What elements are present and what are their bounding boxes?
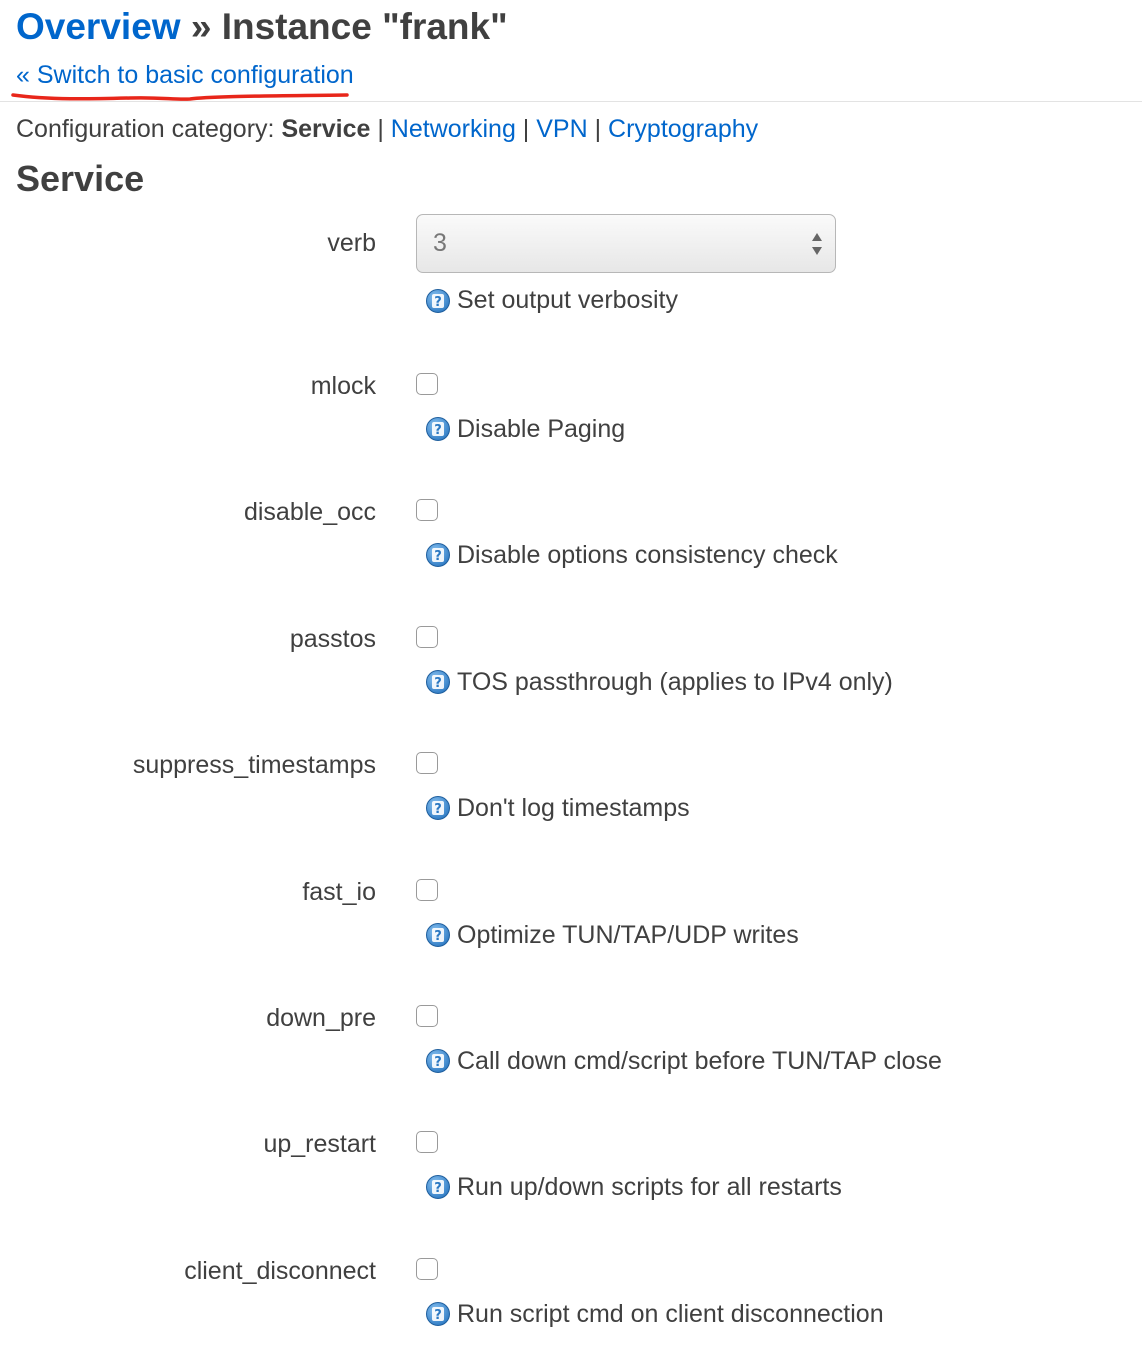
- option-help-text: Don't log timestamps: [457, 794, 690, 822]
- verb-select-value: 3: [433, 229, 447, 257]
- option-help: ? Run up/down scripts for all restarts: [425, 1172, 842, 1202]
- question-help-icon: ?: [426, 1302, 450, 1326]
- question-help-icon: ?: [426, 288, 450, 313]
- option-help: ? Optimize TUN/TAP/UDP writes: [425, 920, 799, 950]
- verb-label: verb: [327, 229, 376, 257]
- option-label: suppress_timestamps: [132, 751, 376, 779]
- option-label: client_disconnect: [184, 1257, 376, 1285]
- question-help-icon: ?: [426, 670, 450, 694]
- svg-text:?: ?: [434, 549, 442, 564]
- option-help-text: Call down cmd/script before TUN/TAP clos…: [457, 1047, 942, 1075]
- option-help-text: Optimize TUN/TAP/UDP writes: [457, 921, 799, 949]
- option-checkbox-down-pre[interactable]: [416, 1005, 438, 1027]
- option-help: ? Call down cmd/script before TUN/TAP clo…: [425, 1046, 942, 1076]
- option-checkbox-mlock[interactable]: [416, 373, 438, 395]
- svg-text:?: ?: [434, 295, 442, 310]
- breadcrumb-separator: »: [180, 6, 222, 47]
- category-prefix: Configuration category:: [16, 115, 282, 143]
- option-checkbox-disable-occ[interactable]: [416, 499, 438, 521]
- switch-basic-config-link[interactable]: « Switch to basic configuration: [16, 60, 354, 90]
- option-row-suppress-timestamps: suppress_timestamps? Don't log timestamps: [0, 750, 1142, 860]
- option-help: ? Disable options consistency check: [425, 540, 838, 570]
- option-label: mlock: [310, 372, 376, 400]
- option-help-text: Disable options consistency check: [457, 541, 838, 569]
- verb-help: ? Set output verbosity: [425, 286, 678, 315]
- category-link-networking[interactable]: Networking: [391, 115, 516, 143]
- option-label: up_restart: [263, 1130, 376, 1158]
- option-checkbox-client-disconnect[interactable]: [416, 1258, 438, 1280]
- svg-text:?: ?: [434, 423, 442, 438]
- option-row-disable-occ: disable_occ? Disable options consistency …: [0, 497, 1142, 607]
- page-title: Overview » Instance "frank": [16, 4, 508, 50]
- category-link-cryptography[interactable]: Cryptography: [608, 115, 758, 143]
- option-label: passtos: [289, 625, 376, 653]
- question-help-icon: ?: [426, 796, 450, 820]
- svg-text:?: ?: [434, 1055, 442, 1070]
- svg-text:?: ?: [434, 676, 442, 691]
- section-title: Service: [16, 158, 145, 199]
- option-label: down_pre: [266, 1004, 376, 1032]
- option-help-text: TOS passthrough (applies to IPv4 only): [457, 668, 893, 696]
- option-help-text: Run up/down scripts for all restarts: [457, 1173, 842, 1201]
- option-checkbox-passtos[interactable]: [416, 626, 438, 648]
- question-help-icon: ?: [426, 923, 450, 947]
- configuration-category-bar: Configuration category: Service | Networ…: [16, 115, 759, 143]
- option-row-up-restart: up_restart? Run up/down scripts for all r…: [0, 1129, 1142, 1239]
- option-help: ? Don't log timestamps: [425, 793, 690, 823]
- category-link-vpn[interactable]: VPN: [536, 115, 587, 143]
- category-current: Service: [281, 115, 371, 143]
- option-row-passtos: passtos? TOS passthrough (applies to IPv4…: [0, 624, 1142, 734]
- svg-text:?: ?: [434, 802, 442, 817]
- header-divider: [0, 101, 1142, 102]
- option-row-fast-io: fast_io? Optimize TUN/TAP/UDP writes: [0, 877, 1142, 987]
- svg-text:?: ?: [434, 1181, 442, 1196]
- option-checkbox-suppress-timestamps[interactable]: [416, 752, 438, 774]
- option-checkbox-fast-io[interactable]: [416, 879, 438, 901]
- option-row-client-disconnect: client_disconnect? Run script cmd on clie…: [0, 1256, 1142, 1366]
- option-help: ? TOS passthrough (applies to IPv4 only): [425, 667, 893, 697]
- option-label: fast_io: [302, 878, 376, 906]
- option-row-mlock: mlock? Disable Paging: [0, 371, 1142, 481]
- option-help-text: Disable Paging: [457, 415, 626, 443]
- option-help: ? Run script cmd on client disconnection: [425, 1299, 884, 1329]
- updown-arrows-icon: [812, 233, 822, 255]
- question-help-icon: ?: [426, 543, 450, 567]
- option-help-text: Run script cmd on client disconnection: [457, 1300, 884, 1328]
- svg-text:?: ?: [434, 1308, 442, 1323]
- question-help-icon: ?: [426, 1175, 450, 1199]
- option-label: disable_occ: [243, 498, 376, 526]
- question-help-icon: ?: [426, 417, 450, 441]
- option-help: ? Disable Paging: [425, 414, 625, 444]
- option-row-down-pre: down_pre? Call down cmd/script before TUN…: [0, 1003, 1142, 1113]
- breadcrumb-current: Instance "frank": [221, 6, 508, 47]
- svg-text:?: ?: [434, 929, 442, 944]
- verb-select[interactable]: 3: [416, 214, 836, 273]
- option-checkbox-up-restart[interactable]: [416, 1131, 438, 1153]
- question-help-icon: ?: [426, 1049, 450, 1073]
- verb-help-text: Set output verbosity: [457, 286, 678, 314]
- breadcrumb-overview-link[interactable]: Overview: [16, 6, 181, 47]
